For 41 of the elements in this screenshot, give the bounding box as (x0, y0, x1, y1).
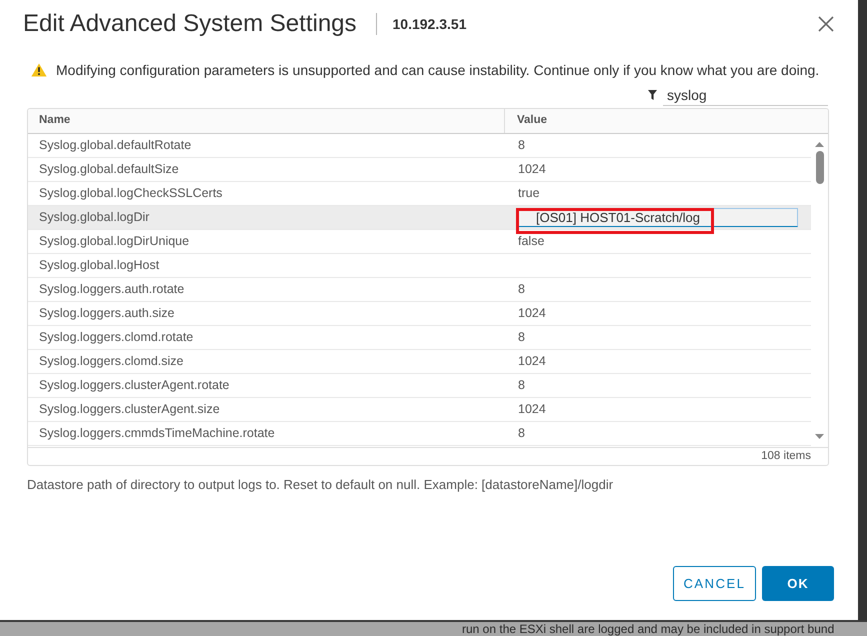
close-icon[interactable] (818, 16, 834, 32)
table-cell-text: true (518, 185, 540, 202)
table-cell-text: Syslog.global.defaultRotate (38, 137, 192, 154)
warning-icon (31, 63, 47, 77)
table-cell-text: Syslog.loggers.clusterAgent.size (38, 401, 221, 418)
ok-button[interactable]: OK (762, 566, 834, 601)
table-cell-text: 1024 (518, 161, 546, 178)
background-text: run on the ESXi shell are logged and may be included in support bund (462, 622, 834, 636)
dialog-title: Edit Advanced System Settings (23, 10, 357, 38)
scroll-down-icon[interactable] (815, 434, 824, 439)
table-cell-text: 8 (518, 377, 525, 394)
filter-icon (648, 90, 657, 100)
table-cell-text: Syslog.global.logHost (38, 257, 160, 274)
table-cell-text: 8 (518, 281, 525, 298)
column-header[interactable]: Name (28, 109, 505, 133)
cancel-button[interactable]: CANCEL (673, 566, 756, 601)
table-cell-text: Syslog.global.logDirUnique (38, 233, 190, 250)
table-cell-text: Syslog.loggers.clomd.size (38, 353, 185, 370)
table-cell-text: Syslog.global.defaultSize (38, 161, 180, 178)
table-cell-text: false (518, 233, 544, 250)
table-cell-text: 1024 (518, 401, 546, 418)
table-row[interactable]: Syslog.global.logDir [OS01] HOST01-Scratch/log (28, 206, 811, 230)
table-cell-text: Syslog.global.logCheckSSLCerts (38, 185, 224, 202)
item-count: 108 items (761, 448, 811, 464)
table-cell-text: 8 (518, 137, 525, 154)
table-cell-text: 1024 (518, 305, 546, 322)
table-cell-text: 8 (518, 329, 525, 346)
table-cell-text: Syslog.loggers.auth.size (38, 305, 176, 322)
table-cell-text: Syslog.loggers.clomd.rotate (38, 329, 194, 346)
setting-description: Datastore path of directory to output logs to. Reset to default on null. Example: [datastoreName]/logdir (27, 476, 614, 494)
table-cell-text: 8 (518, 425, 525, 442)
scrollbar-thumb[interactable] (816, 151, 824, 184)
scroll-up-icon[interactable] (815, 142, 824, 147)
column-header[interactable]: Value (505, 109, 828, 133)
table-cell-text: Syslog.global.logDir (38, 209, 150, 226)
table-cell-text: Syslog.loggers.auth.rotate (38, 281, 186, 298)
host-address: 10.192.3.51 (392, 14, 466, 34)
table-cell-text: 1024 (518, 353, 546, 370)
warning-text: Modifying configuration parameters is unsupported and can cause instability. Continue only if you know what you are doing. (56, 60, 820, 80)
table-cell-text: Syslog.loggers.clusterAgent.rotate (38, 377, 230, 394)
table-cell-text: Syslog.loggers.cmmdsTimeMachine.rotate (38, 425, 276, 442)
